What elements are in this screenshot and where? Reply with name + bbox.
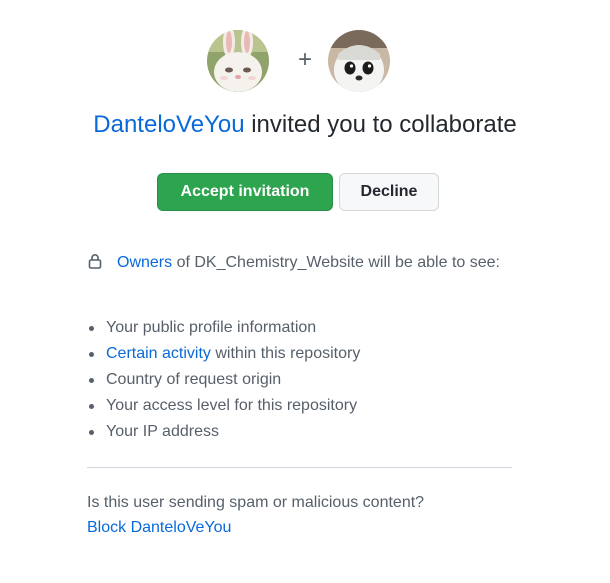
permission-text: Your IP address xyxy=(106,423,219,440)
list-item: Your access level for this repository xyxy=(89,393,536,419)
invitation-headline: DanteloVeYou invited you to collaborate xyxy=(0,108,610,142)
list-item: Your public profile information xyxy=(89,315,536,341)
inviter-avatar[interactable] xyxy=(207,30,269,92)
permission-text: within this repository xyxy=(210,345,361,362)
invitee-avatar[interactable] xyxy=(328,30,390,92)
avatars-row: + xyxy=(0,30,610,94)
notice-text-of: of xyxy=(172,254,195,271)
list-item: Your IP address xyxy=(89,419,536,445)
certain-activity-link[interactable]: Certain activity xyxy=(106,345,211,362)
headline-text: invited you to collaborate xyxy=(244,111,517,138)
plus-sign: + xyxy=(297,46,312,73)
cartoon-avatar-icon xyxy=(328,30,390,92)
spam-section: Is this user sending spam or malicious c… xyxy=(87,490,517,540)
lock-icon xyxy=(88,254,102,269)
list-item: Certain activity within this repository xyxy=(89,341,536,367)
decline-button[interactable]: Decline xyxy=(339,173,439,211)
spam-question: Is this user sending spam or malicious c… xyxy=(87,494,425,511)
accept-invitation-button[interactable]: Accept invitation xyxy=(157,173,333,211)
bunny-avatar-icon xyxy=(207,30,269,92)
visibility-notice: Owners of DK_Chemistry_Website will be a… xyxy=(87,250,517,276)
inviter-username-link[interactable]: DanteloVeYou xyxy=(93,111,244,138)
permissions-list: Your public profile information Certain … xyxy=(87,315,536,445)
invitation-actions: Accept invitation Decline xyxy=(157,173,439,213)
permission-text: Country of request origin xyxy=(106,371,282,388)
owners-link[interactable]: Owners xyxy=(117,254,172,271)
repository-name: DK_Chemistry_Website xyxy=(194,254,364,271)
list-item: Country of request origin xyxy=(89,367,536,393)
divider xyxy=(87,467,512,468)
permission-text: Your access level for this repository xyxy=(106,397,358,414)
block-user-link[interactable]: Block DanteloVeYou xyxy=(87,519,231,536)
notice-text-see: will be able to see: xyxy=(363,254,500,271)
permission-text: Your public profile information xyxy=(106,319,317,336)
